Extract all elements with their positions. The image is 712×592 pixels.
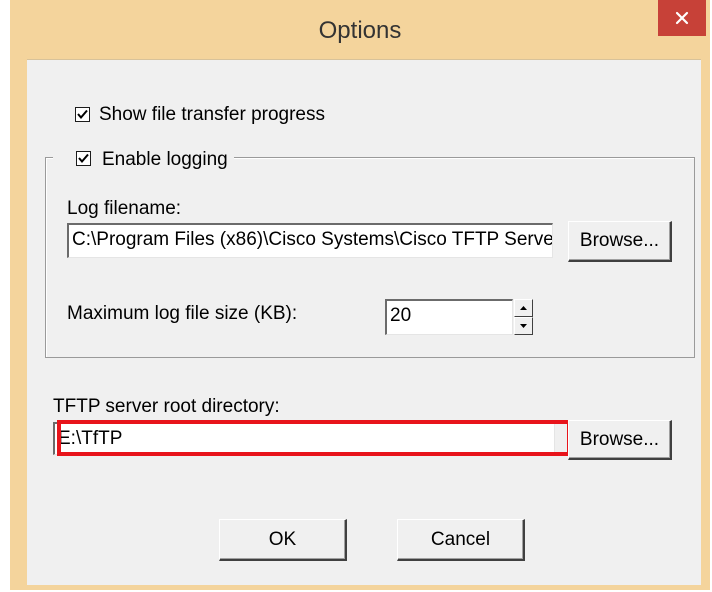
- log-filename-input[interactable]: C:\Program Files (x86)\Cisco Systems\Cis…: [67, 223, 553, 258]
- browse-root-button[interactable]: Browse...: [568, 420, 672, 460]
- spin-up-button[interactable]: [514, 299, 533, 317]
- show-progress-label: Show file transfer progress: [99, 104, 325, 125]
- enable-logging-legend: Enable logging: [53, 148, 234, 172]
- checkmark-icon: [77, 109, 88, 120]
- close-button[interactable]: [658, 0, 706, 36]
- spin-down-button[interactable]: [514, 317, 533, 335]
- window-title: Options: [318, 17, 402, 44]
- enable-logging-checkbox[interactable]: [76, 151, 91, 166]
- max-log-size-input[interactable]: 20: [385, 299, 513, 335]
- arrow-down-icon: [520, 324, 527, 328]
- log-filename-label: Log filename:: [67, 198, 182, 219]
- max-log-size-label: Maximum log file size (KB):: [67, 303, 298, 324]
- options-dialog: Options Show file transfer progress Enab…: [10, 0, 710, 590]
- close-icon: [675, 11, 689, 25]
- root-dir-input[interactable]: E:\TfTP: [53, 422, 555, 455]
- browse-log-button[interactable]: Browse...: [568, 221, 672, 262]
- cancel-button[interactable]: Cancel: [397, 519, 525, 561]
- arrow-up-icon: [520, 306, 527, 310]
- enable-logging-label: Enable logging: [102, 149, 228, 170]
- checkmark-icon: [78, 153, 89, 164]
- show-progress-checkbox[interactable]: [75, 107, 90, 122]
- root-dir-label: TFTP server root directory:: [53, 396, 280, 417]
- ok-button[interactable]: OK: [219, 519, 347, 561]
- dialog-client-area: Show file transfer progress Enable loggi…: [27, 59, 701, 585]
